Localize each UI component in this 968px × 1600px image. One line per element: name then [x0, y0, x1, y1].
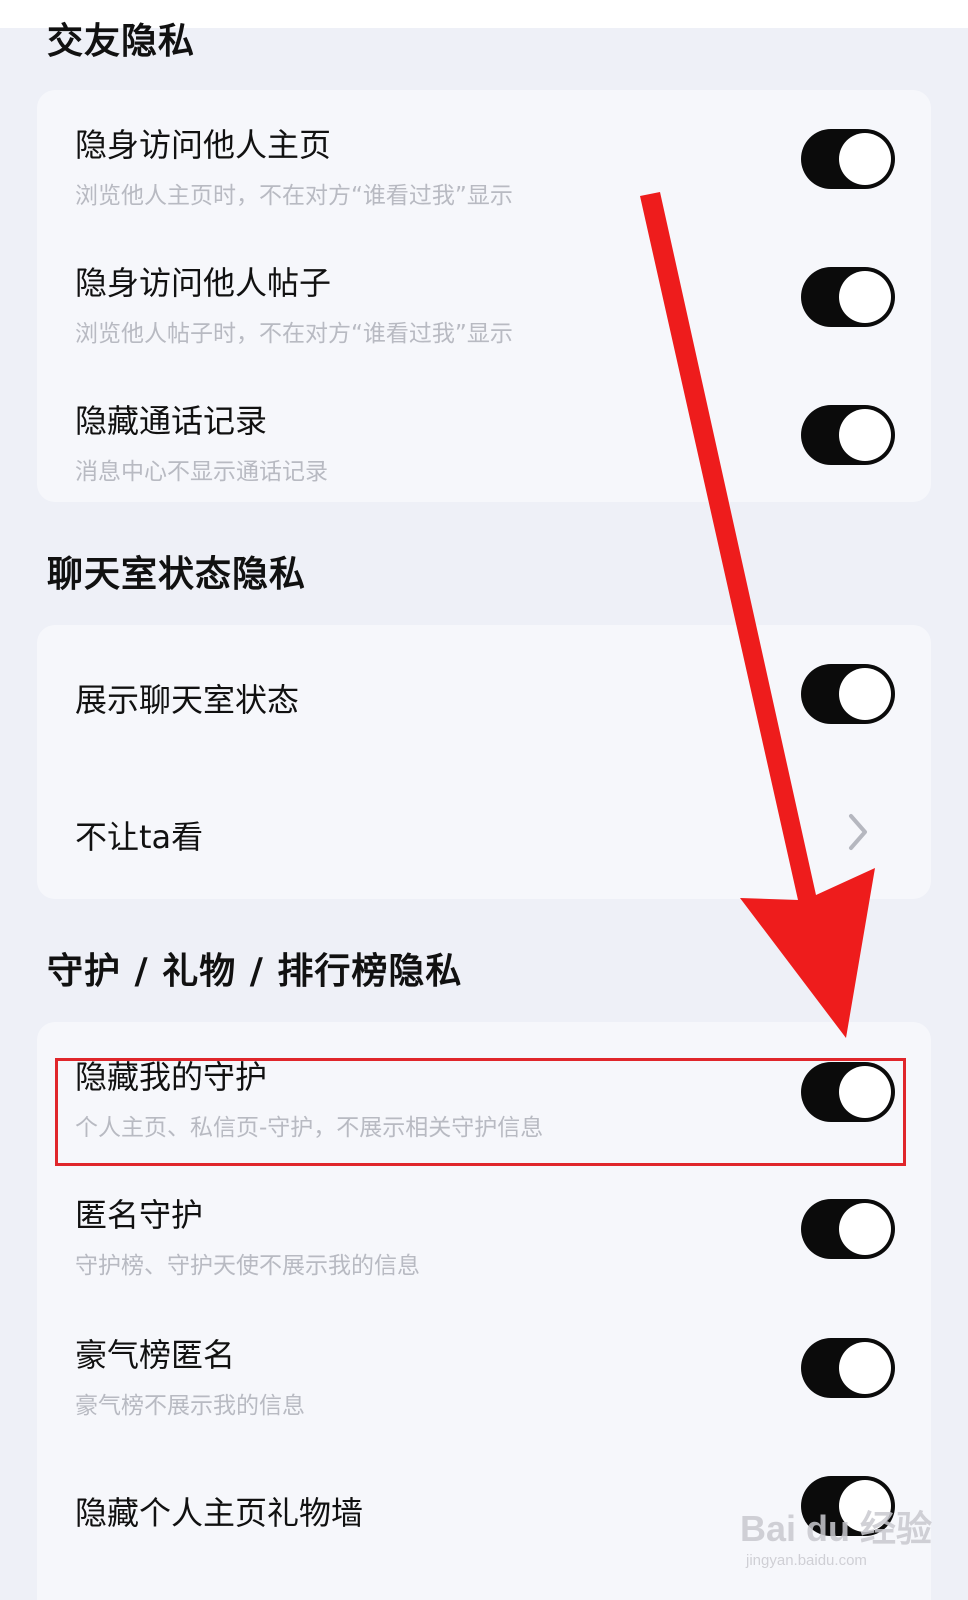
toggle-invisible-visit-posts[interactable]: [801, 267, 895, 327]
section-title-social-privacy: 交友隐私: [47, 21, 196, 62]
row-label: 不让ta看: [75, 818, 204, 856]
row-sublabel: 豪气榜不展示我的信息: [75, 1393, 305, 1419]
row-hide-call-records[interactable]: 隐藏通话记录 消息中心不显示通话记录: [37, 366, 931, 506]
row-label: 隐藏个人主页礼物墙: [75, 1494, 364, 1532]
row-sublabel: 浏览他人主页时，不在对方“谁看过我”显示: [75, 183, 513, 209]
toggle-knob: [839, 133, 891, 185]
annotation-highlight-box: [55, 1058, 906, 1166]
toggle-knob: [839, 1480, 891, 1532]
toggle-hide-call-records[interactable]: [801, 405, 895, 465]
card-social-privacy: 隐身访问他人主页 浏览他人主页时，不在对方“谁看过我”显示 隐身访问他人帖子 浏…: [37, 90, 931, 502]
row-generosity-rank-anonymous[interactable]: 豪气榜匿名 豪气榜不展示我的信息: [37, 1300, 931, 1440]
toggle-knob: [839, 409, 891, 461]
row-sublabel: 浏览他人帖子时，不在对方“谁看过我”显示: [75, 321, 513, 347]
row-invisible-visit-posts[interactable]: 隐身访问他人帖子 浏览他人帖子时，不在对方“谁看过我”显示: [37, 228, 931, 368]
card-chatroom-privacy: 展示聊天室状态 不让ta看: [37, 625, 931, 899]
row-label: 隐身访问他人主页: [75, 126, 332, 164]
toggle-anonymous-guard[interactable]: [801, 1199, 895, 1259]
section-title-chatroom-privacy: 聊天室状态隐私: [47, 554, 307, 595]
toggle-knob: [839, 271, 891, 323]
row-block-viewers[interactable]: 不让ta看: [37, 762, 931, 902]
toggle-invisible-visit-profile[interactable]: [801, 129, 895, 189]
toggle-knob: [839, 1203, 891, 1255]
toggle-knob: [839, 668, 891, 720]
row-label: 匿名守护: [75, 1196, 204, 1234]
row-anonymous-guard[interactable]: 匿名守护 守护榜、守护天使不展示我的信息: [37, 1160, 931, 1300]
section-title-guard-gift-rank-privacy: 守护 / 礼物 / 排行榜隐私: [47, 951, 463, 992]
row-label: 豪气榜匿名: [75, 1336, 236, 1374]
row-label: 展示聊天室状态: [75, 681, 300, 719]
row-sublabel: 守护榜、守护天使不展示我的信息: [75, 1253, 420, 1279]
row-invisible-visit-profile[interactable]: 隐身访问他人主页 浏览他人主页时，不在对方“谁看过我”显示: [37, 90, 931, 230]
row-hide-gift-wall[interactable]: 隐藏个人主页礼物墙: [37, 1438, 931, 1578]
chevron-right-icon: [849, 814, 867, 850]
toggle-knob: [839, 1342, 891, 1394]
toggle-show-chatroom-status[interactable]: [801, 664, 895, 724]
toggle-generosity-rank-anonymous[interactable]: [801, 1338, 895, 1398]
row-label: 隐藏通话记录: [75, 402, 268, 440]
row-label: 隐身访问他人帖子: [75, 264, 332, 302]
toggle-hide-gift-wall[interactable]: [801, 1476, 895, 1536]
row-sublabel: 消息中心不显示通话记录: [75, 459, 328, 485]
row-show-chatroom-status[interactable]: 展示聊天室状态: [37, 625, 931, 765]
